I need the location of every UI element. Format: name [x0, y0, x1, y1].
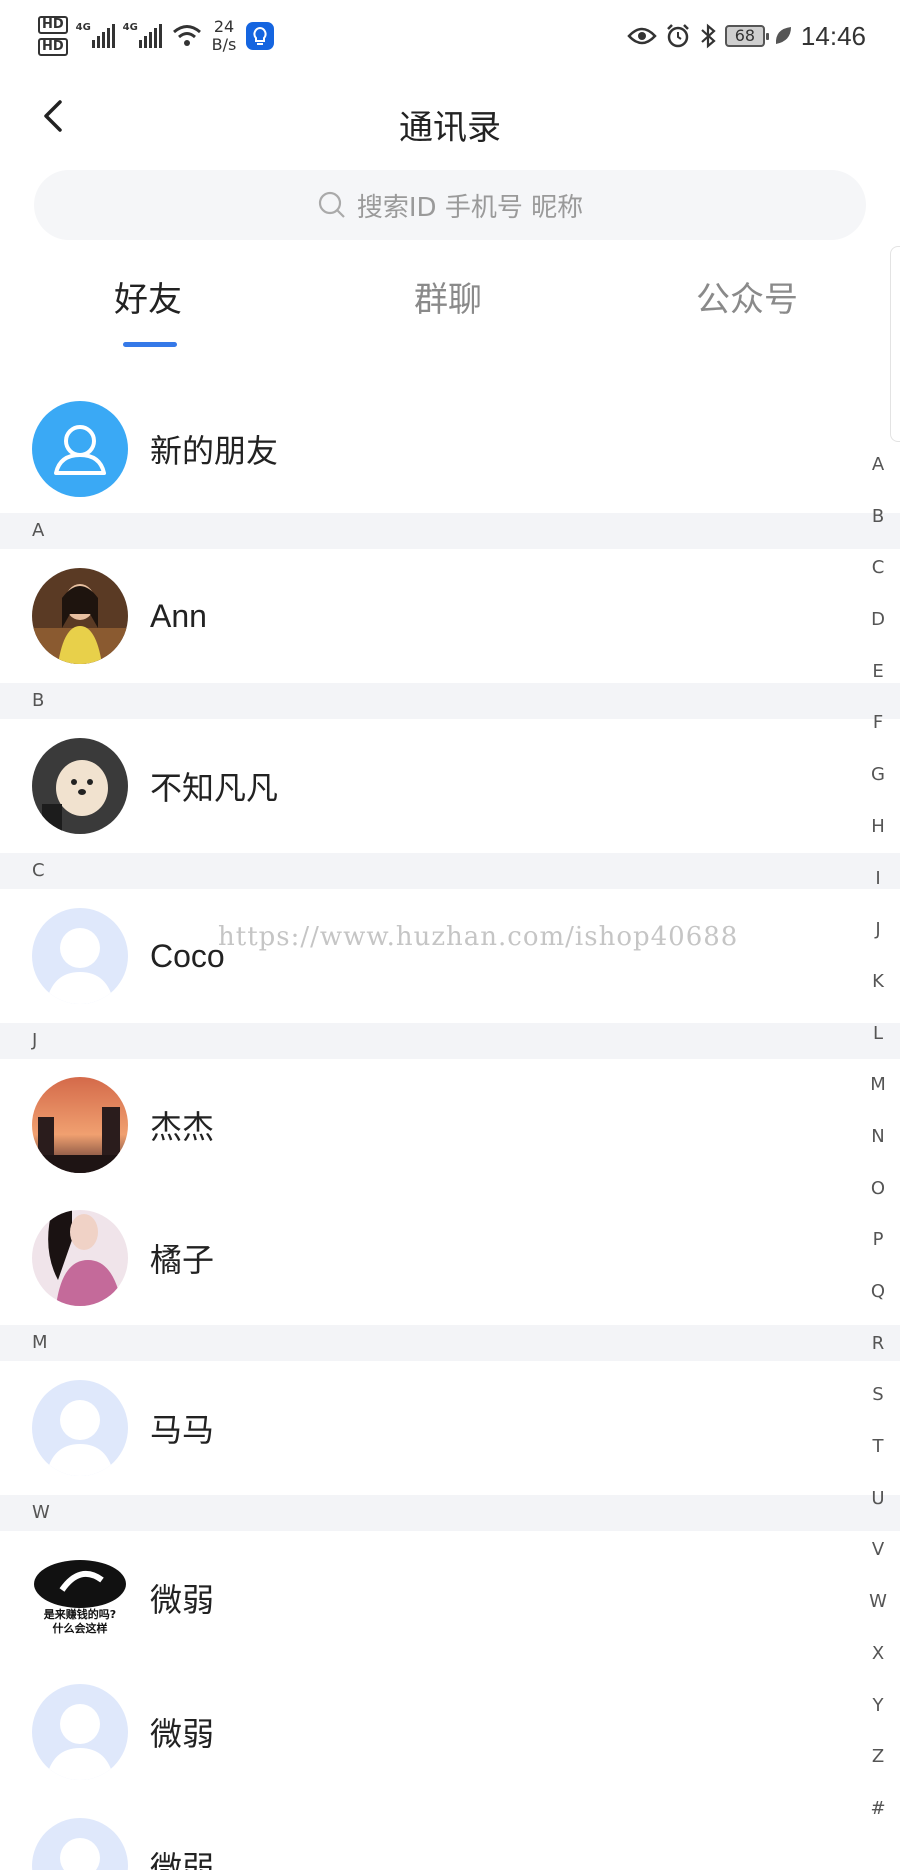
net-speed: 24 B/s [212, 18, 237, 54]
new-friend-icon [32, 401, 128, 497]
signal2-icon: 4G [122, 22, 162, 48]
contact-row[interactable]: 微弱 [0, 1799, 900, 1870]
leaf-icon [775, 27, 791, 44]
status-time: 14:46 [800, 20, 866, 51]
index-letter-w[interactable]: W [864, 1585, 892, 1637]
hd1-badge: HD [38, 16, 68, 34]
section-header-m: M [0, 1325, 900, 1361]
net2-label: 4G [122, 22, 138, 33]
contact-name: Coco [150, 937, 225, 974]
new-friends-row[interactable]: 新的朋友 [0, 385, 900, 513]
default-avatar-icon [32, 1818, 128, 1870]
photo-portrait-icon [32, 1210, 128, 1306]
index-letter-y[interactable]: Y [864, 1689, 892, 1741]
index-letter-a[interactable]: A [864, 448, 892, 500]
bulb-app-icon [246, 22, 275, 50]
search-placeholder: 搜索ID 手机号 昵称 [356, 192, 584, 223]
index-letter-m[interactable]: M [864, 1068, 892, 1120]
index-letter-p[interactable]: P [864, 1223, 892, 1275]
watermark: https://www.huzhan.com/ishop40688 [218, 922, 739, 952]
contact-name: 杰杰 [150, 1109, 215, 1145]
index-letter-j[interactable]: J [864, 913, 892, 965]
hd2-badge: HD [38, 38, 68, 56]
index-letter-z[interactable]: Z [864, 1740, 892, 1792]
index-letter-u[interactable]: U [864, 1482, 892, 1534]
index-letter-c[interactable]: C [864, 551, 892, 603]
meme-text-line2: 什么会这样 [52, 1622, 108, 1635]
eye-icon [627, 27, 657, 45]
default-avatar-icon [32, 1684, 128, 1780]
tab-groups[interactable]: 群聊 [414, 272, 482, 321]
signal1-icon: 4G [75, 22, 115, 48]
index-letter-k[interactable]: K [864, 965, 892, 1017]
section-header-a: A [0, 513, 900, 549]
status-bar: HD HD 4G 4G 24 B/s 68 14:46 [0, 0, 900, 72]
contact-row[interactable]: 微弱 [0, 1665, 900, 1799]
index-letter-g[interactable]: G [864, 758, 892, 810]
index-letter-e[interactable]: E [864, 655, 892, 707]
index-letter-n[interactable]: N [864, 1120, 892, 1172]
hd-indicators: HD HD [38, 16, 68, 56]
contact-name: 马马 [150, 1412, 215, 1448]
contact-row[interactable]: 橘子 [0, 1191, 900, 1325]
section-header-w: W [0, 1495, 900, 1531]
page-title: 通讯录 [399, 108, 501, 148]
search-bar[interactable]: 搜索ID 手机号 昵称 [34, 170, 866, 240]
index-letter-b[interactable]: B [864, 500, 892, 552]
section-header-b: B [0, 683, 900, 719]
section-header-c: C [0, 853, 900, 889]
index-letter-l[interactable]: L [864, 1017, 892, 1069]
index-letter-v[interactable]: V [864, 1533, 892, 1585]
index-letter-o[interactable]: O [864, 1172, 892, 1224]
index-letter-x[interactable]: X [864, 1637, 892, 1689]
speed-value: 24 [213, 17, 235, 36]
index-letter-q[interactable]: Q [864, 1275, 892, 1327]
contact-name: 微弱 [150, 1716, 215, 1752]
contact-row[interactable]: 马马 [0, 1361, 900, 1495]
tab-official-accounts[interactable]: 公众号 [696, 272, 798, 321]
contact-row[interactable]: Ann [0, 549, 900, 683]
contact-name: Ann [150, 597, 207, 634]
photo-sunset-icon [32, 1077, 128, 1173]
meme-text-line1: 是来赚钱的吗? [43, 1608, 117, 1621]
contact-row[interactable]: 是来赚钱的吗? 什么会这样 微弱 [0, 1531, 900, 1665]
contact-row[interactable]: 杰杰 [0, 1059, 900, 1191]
index-letter-s[interactable]: S [864, 1378, 892, 1430]
index-letter-i[interactable]: I [864, 862, 892, 914]
tab-friends[interactable]: 好友 [114, 272, 182, 321]
contact-row[interactable]: Coco [0, 889, 900, 1023]
contact-name: 不知凡凡 [150, 770, 279, 806]
default-avatar-icon [32, 1380, 128, 1476]
index-letter-t[interactable]: T [864, 1430, 892, 1482]
photo-dog-icon [32, 738, 128, 834]
speed-unit: B/s [211, 35, 237, 54]
index-letter-r[interactable]: R [864, 1327, 892, 1379]
index-letter-h[interactable]: H [864, 810, 892, 862]
search-icon [318, 191, 345, 218]
status-right: 68 14:46 [627, 10, 866, 62]
contact-row[interactable]: 不知凡凡 [0, 719, 900, 853]
contact-name: 微弱 [150, 1850, 215, 1870]
photo-girl-icon [32, 568, 128, 664]
tab-indicator [123, 342, 177, 347]
battery-icon: 68 [724, 25, 769, 47]
status-left: HD HD 4G 4G 24 B/s [38, 10, 275, 62]
bluetooth-icon [701, 23, 716, 49]
section-header-j: J [0, 1023, 900, 1059]
tab-bar: 好友 群聊 公众号 [0, 260, 900, 360]
wifi-icon [172, 25, 201, 46]
new-friends-label: 新的朋友 [150, 433, 279, 469]
index-letter-d[interactable]: D [864, 603, 892, 655]
nav-header: 通讯录 [0, 80, 900, 160]
contact-name: 微弱 [150, 1582, 215, 1618]
net1-label: 4G [75, 22, 91, 33]
contact-list: 新的朋友 A Ann B 不知凡凡 C Coco J 杰杰 橘子 M 马马 W … [0, 385, 900, 1870]
alphabet-index[interactable]: A B C D E F G H I J K L M N O P Q R S T U V W X Y Z # [864, 448, 892, 1844]
default-avatar-icon [32, 908, 128, 1004]
alarm-icon [667, 24, 689, 48]
contact-name: 橘子 [150, 1242, 215, 1278]
meme-avatar-icon: 是来赚钱的吗? 什么会这样 [32, 1550, 128, 1646]
index-letter-f[interactable]: F [864, 706, 892, 758]
index-letter-hash[interactable]: # [864, 1792, 892, 1844]
